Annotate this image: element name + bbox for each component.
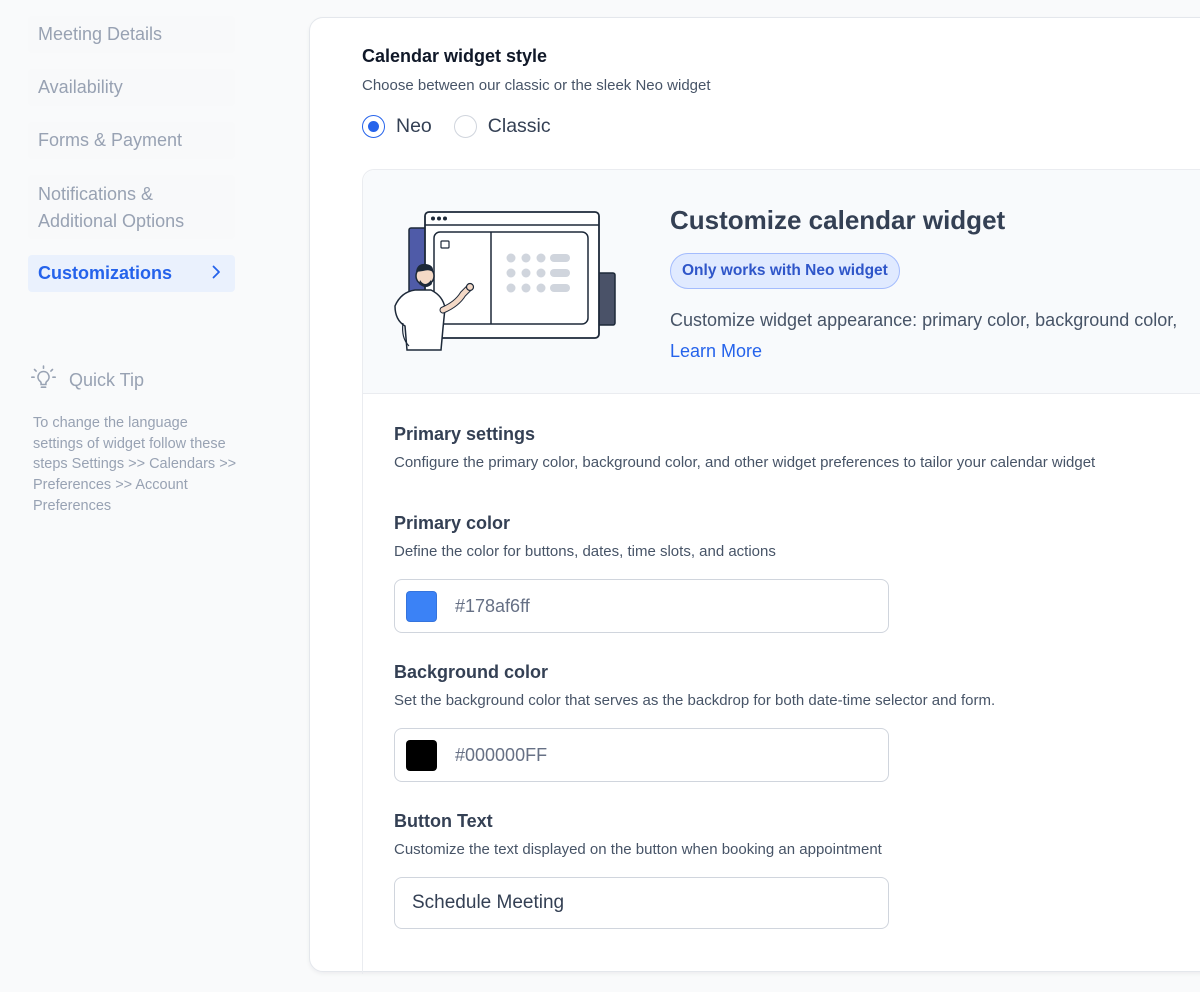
classic-radio-label: Classic	[487, 115, 551, 137]
background-color-description: Set the background color that serves as …	[394, 692, 996, 709]
primary-color-title: Primary color	[394, 513, 511, 533]
sidebar-item-meeting-details[interactable]: Meeting Details	[28, 16, 235, 53]
sidebar-item-notifications[interactable]: Notifications & Additional Options	[28, 175, 235, 239]
button-text-section: Button Text Customize the text displayed…	[394, 811, 882, 858]
sidebar-item-label-line2: Additional Options	[38, 211, 185, 231]
sidebar-item-label: Customizations	[38, 263, 173, 283]
background-color-section: Background color Set the background colo…	[394, 662, 995, 709]
sidebar-item-forms-payment[interactable]: Forms & Payment	[28, 122, 235, 159]
background-color-input[interactable]: #000000FF	[394, 728, 889, 782]
hero-title: Customize calendar widget	[670, 205, 1006, 235]
button-text-value: Schedule Meeting	[412, 892, 565, 913]
sidebar-item-label: Forms & Payment	[38, 130, 183, 150]
widget-style-subtitle: Choose between our classic or the sleek …	[362, 77, 711, 94]
primary-settings-description: Configure the primary color, background …	[394, 454, 1096, 471]
chevron-right-icon	[211, 260, 221, 287]
lightbulb-icon	[30, 364, 57, 396]
sidebar-item-label: Availability	[38, 77, 123, 97]
sidebar-item-availability[interactable]: Availability	[28, 69, 235, 106]
neo-radio[interactable]	[362, 115, 385, 138]
button-text-title: Button Text	[394, 811, 493, 831]
widget-style-radio-group: Neo Classic	[362, 115, 573, 138]
primary-color-value: #178af6ff	[455, 595, 530, 616]
sidebar-item-label: Meeting Details	[38, 24, 163, 44]
widget-style-title: Calendar widget style	[362, 46, 548, 66]
sidebar-item-customizations[interactable]: Customizations	[28, 255, 235, 292]
customizations-card: Calendar widget style Choose between our…	[309, 17, 1200, 974]
primary-settings-section: Primary settings Configure the primary c…	[394, 424, 1095, 471]
background-color-value: #000000FF	[455, 744, 548, 765]
quick-tip: Quick Tip To change the language setting…	[30, 364, 240, 517]
radio-option-neo[interactable]: Neo	[362, 115, 432, 138]
background-color-swatch[interactable]	[406, 739, 437, 771]
quick-tip-body: To change the language settings of widge…	[33, 415, 237, 514]
settings-sidebar: Meeting Details Availability Forms & Pay…	[28, 16, 235, 308]
quick-tip-title: Quick Tip	[69, 369, 145, 390]
button-text-description: Customize the text displayed on the butt…	[394, 841, 882, 858]
primary-color-section: Primary color Define the color for butto…	[394, 513, 776, 560]
neo-radio-label: Neo	[396, 115, 432, 137]
button-text-input[interactable]: Schedule Meeting	[394, 877, 889, 929]
background-color-title: Background color	[394, 662, 549, 682]
primary-settings-title: Primary settings	[394, 424, 536, 444]
quick-tip-header: Quick Tip	[30, 364, 240, 396]
sidebar-item-label-line1: Notifications &	[38, 184, 154, 204]
calendar-widget-illustration	[387, 208, 622, 363]
customize-panel: Customize calendar widget Only works wit…	[362, 169, 1200, 974]
hero-description: Customize widget appearance: primary col…	[670, 310, 1178, 330]
classic-radio[interactable]	[453, 115, 477, 138]
sidebar-item-label: Notifications & Additional Options	[38, 181, 184, 235]
primary-color-swatch[interactable]	[406, 590, 437, 622]
primary-color-input[interactable]: #178af6ff	[394, 579, 889, 633]
neo-only-badge: Only works with Neo widget	[670, 253, 900, 289]
customize-hero: Customize calendar widget Only works wit…	[363, 170, 1200, 394]
primary-color-description: Define the color for buttons, dates, tim…	[394, 543, 776, 560]
learn-more-link[interactable]: Learn More	[670, 341, 762, 362]
radio-option-classic[interactable]: Classic	[453, 115, 551, 138]
